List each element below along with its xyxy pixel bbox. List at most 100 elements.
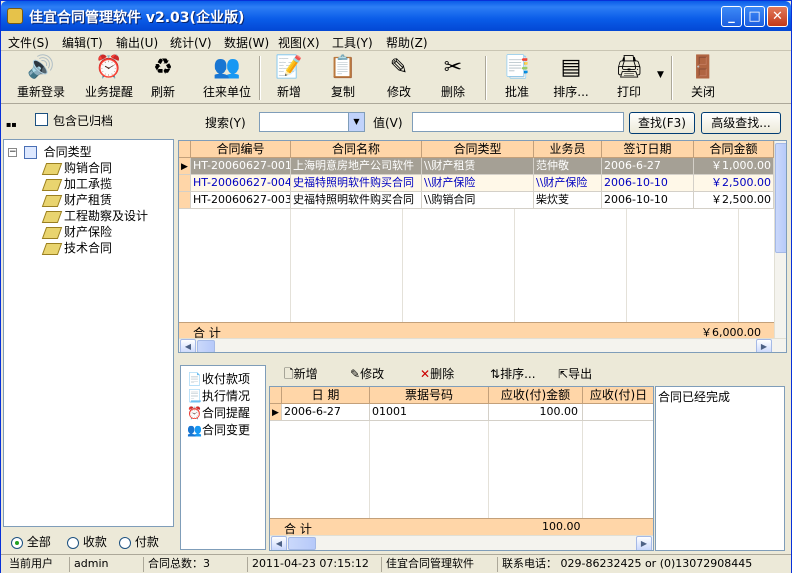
- cell: 01001: [370, 404, 489, 421]
- scroll-left-icon[interactable]: ◀: [271, 536, 287, 550]
- detail-export-button[interactable]: ⇱导出: [558, 365, 592, 382]
- col-header-name[interactable]: 合同名称: [291, 141, 422, 158]
- tree-item-lease[interactable]: 财产租赁: [41, 191, 112, 207]
- tree-root[interactable]: − 合同类型: [8, 143, 92, 159]
- main-window: 佳宜合同管理软件 v2.03(企业版) _ □ ✕ 文件(S) 编辑(T) 输出…: [0, 0, 792, 573]
- col-header-salesman[interactable]: 业务员: [534, 141, 602, 158]
- copy-button[interactable]: 📋 复制: [321, 54, 365, 102]
- print-dropdown-icon[interactable]: ▼: [657, 70, 664, 80]
- tree-item-sales[interactable]: 购销合同: [41, 159, 113, 175]
- scroll-right-icon[interactable]: ▶: [636, 536, 652, 550]
- menu-edit[interactable]: 编辑(T): [62, 34, 103, 51]
- menu-tools[interactable]: 工具(Y): [332, 34, 373, 51]
- include-archived-checkbox[interactable]: [35, 113, 48, 126]
- tree-item-label: 购销合同: [64, 161, 113, 175]
- menu-view[interactable]: 视图(X): [278, 34, 320, 51]
- menu-file[interactable]: 文件(S): [8, 34, 49, 51]
- button-label: 导出: [568, 367, 593, 381]
- relogin-button[interactable]: 🔊 重新登录: [13, 54, 69, 102]
- cell: 2006-6-27: [282, 404, 370, 421]
- close-button[interactable]: 🚪 关闭: [681, 54, 725, 102]
- detail-edit-button[interactable]: ✎修改: [350, 365, 384, 382]
- horizontal-scrollbar[interactable]: ◀ ▶: [270, 535, 653, 550]
- advanced-search-button[interactable]: 高级查找...: [701, 112, 781, 134]
- cell: HT-20060627-004: [191, 175, 291, 192]
- tree-item-insurance[interactable]: 财产保险: [41, 223, 113, 239]
- minimize-button[interactable]: _: [721, 6, 742, 27]
- col-header-number[interactable]: 合同编号: [191, 141, 291, 158]
- tab-changes[interactable]: 👥合同变更: [187, 421, 250, 438]
- col-header-date[interactable]: 日 期: [282, 387, 370, 404]
- edit-button[interactable]: ✎ 修改: [377, 54, 421, 102]
- col-header-amount[interactable]: 应收(付)金额: [489, 387, 583, 404]
- partners-button[interactable]: 👥 往来单位: [199, 54, 255, 102]
- tree-item-engineering[interactable]: 工程勘察及设计: [41, 207, 148, 223]
- main-toolbar: 🔊 重新登录 ⏰ 业务提醒 ♻ 刷新 👥 往来单位 📝 新增 📋 复制 ✎ 修改 ✂ 删除 📑 批…: [1, 52, 791, 104]
- row-indicator: [179, 192, 191, 209]
- new-page-icon: 🗋: [284, 367, 294, 381]
- approve-icon: 📑: [503, 55, 531, 80]
- tree-item-processing[interactable]: 加工承揽: [41, 175, 112, 191]
- col-header-due-date[interactable]: 应收(付)日: [583, 387, 653, 404]
- menu-data[interactable]: 数据(W): [224, 34, 269, 51]
- refresh-button[interactable]: ♻ 刷新: [141, 54, 185, 102]
- button-label: 排序...: [500, 367, 536, 381]
- row-indicator: [179, 175, 191, 192]
- col-header-invoice[interactable]: 票据号码: [370, 387, 489, 404]
- new-button[interactable]: 📝 新增: [267, 54, 311, 102]
- cell: 2006-10-10: [602, 175, 694, 192]
- col-header-amount[interactable]: 合同金额: [694, 141, 774, 158]
- approve-button[interactable]: 📑 批准: [495, 54, 539, 102]
- tab-reminders[interactable]: ⏰合同提醒: [187, 404, 250, 421]
- search-field-select[interactable]: ▼: [259, 112, 365, 132]
- status-datetime: 2011-04-23 07:15:12: [247, 557, 379, 572]
- scroll-left-icon[interactable]: ◀: [180, 339, 196, 352]
- toolbar-separator: [671, 56, 673, 100]
- col-header-type[interactable]: 合同类型: [422, 141, 534, 158]
- status-user-label: 当前用户: [9, 557, 53, 570]
- tree-item-label: 财产保险: [64, 225, 113, 239]
- find-button[interactable]: 查找(F3): [629, 112, 695, 134]
- tree-item-technology[interactable]: 技术合同: [41, 239, 112, 255]
- maximize-button[interactable]: □: [744, 6, 765, 27]
- radio-label: 收款: [82, 535, 107, 549]
- tab-execution[interactable]: 📃执行情况: [187, 387, 250, 404]
- sort-icon: ⇅: [490, 367, 501, 381]
- current-row-icon: ▶: [270, 404, 282, 421]
- contract-note[interactable]: 合同已经完成: [655, 386, 785, 551]
- menu-stats[interactable]: 统计(V): [170, 34, 212, 51]
- horizontal-scrollbar[interactable]: ◀ ▶: [179, 338, 786, 352]
- folder-icon: [41, 178, 63, 191]
- cell: ￥1,000.00: [694, 158, 774, 175]
- status-phone: 联系电话： 029-86232425 or (0)13072908445: [497, 557, 787, 572]
- scroll-thumb[interactable]: [775, 143, 786, 253]
- scroll-thumb[interactable]: [197, 340, 215, 352]
- total-row: 合 计 100.00: [270, 518, 653, 536]
- close-window-button[interactable]: ✕: [767, 6, 788, 27]
- app-icon: [7, 8, 23, 24]
- menu-help[interactable]: 帮助(Z): [386, 34, 428, 51]
- radio-receive[interactable]: 收款: [67, 533, 107, 550]
- detail-delete-button[interactable]: ✕删除: [420, 365, 454, 382]
- tab-payments[interactable]: 📄收付款项: [187, 370, 250, 387]
- vertical-scrollbar[interactable]: [774, 141, 786, 339]
- menu-output[interactable]: 输出(U): [116, 34, 158, 51]
- close-door-icon: 🚪: [689, 55, 717, 80]
- radio-pay[interactable]: 付款: [119, 533, 159, 550]
- search-value-input[interactable]: [412, 112, 624, 132]
- detail-new-button[interactable]: 🗋新增: [284, 365, 318, 386]
- edit-icon: ✎: [389, 55, 409, 80]
- sort-button[interactable]: ▤ 排序...: [547, 54, 595, 102]
- scroll-thumb[interactable]: [288, 537, 316, 550]
- scroll-right-icon[interactable]: ▶: [756, 339, 772, 352]
- delete-x-icon: ✕: [420, 367, 431, 381]
- delete-button[interactable]: ✂ 删除: [431, 54, 475, 102]
- collapse-icon[interactable]: −: [8, 148, 17, 157]
- cell: \\财产保险: [534, 175, 602, 192]
- detail-sort-button[interactable]: ⇅排序...: [490, 365, 536, 382]
- print-button[interactable]: 🖨 打印: [605, 54, 653, 102]
- reminder-button[interactable]: ⏰ 业务提醒: [81, 54, 137, 102]
- chevron-down-icon[interactable]: ▼: [348, 113, 364, 131]
- radio-all[interactable]: 全部: [11, 533, 51, 550]
- col-header-date[interactable]: 签订日期: [602, 141, 694, 158]
